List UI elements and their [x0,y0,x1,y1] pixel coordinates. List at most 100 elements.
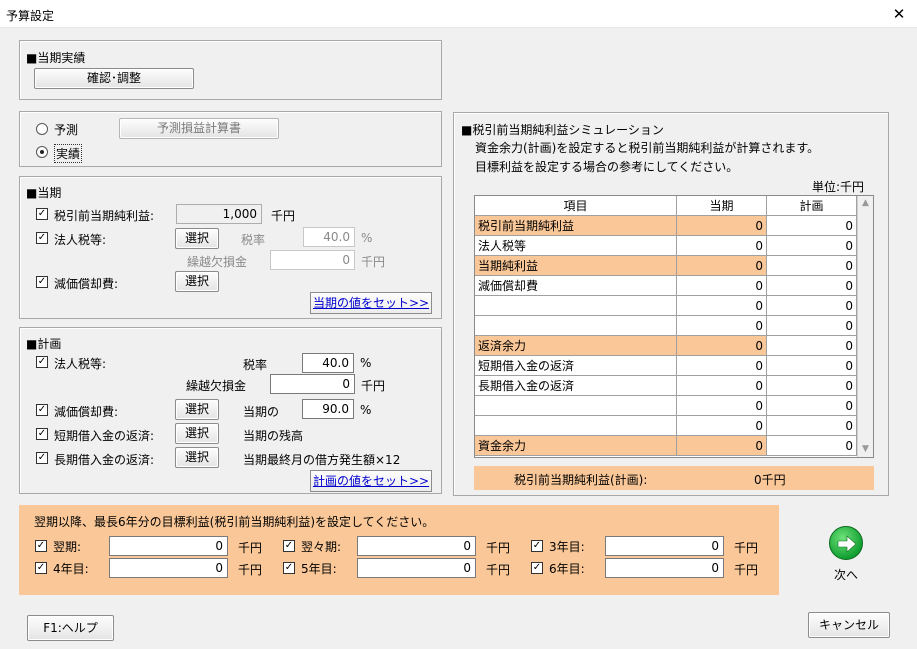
plan-long-note: 当期最終月の借方発生額×12 [243,453,401,467]
target-label: 翌期: [53,540,82,554]
target-input[interactable]: 0 [109,558,228,578]
header-item: 項目 [475,196,677,216]
simulation-cell-item: 長期借入金の返済 [475,375,677,396]
simulation-cell-plan[interactable]: 0 [766,315,857,336]
target-checkbox[interactable]: ✓ [35,562,47,574]
cancel-button[interactable]: キャンセル [808,612,890,638]
simulation-result-value: 0千円 [754,473,786,487]
plan-tax-rate-field[interactable]: 40.0 [302,353,354,373]
current-pretax-unit: 千円 [271,209,296,223]
plan-dep-pct-field[interactable]: 90.0 [302,399,354,419]
plan-set-values-button[interactable]: 計画の値をセット>> [310,470,432,492]
plan-short-select-button[interactable]: 選択 [175,423,219,444]
target-input[interactable]: 0 [357,558,476,578]
target-checkbox[interactable]: ✓ [283,540,295,552]
forecast-label: 予測 [54,123,79,137]
target-heading: 翌期以降、最長6年分の目標利益(税引前当期純利益)を設定してください。 [34,515,435,529]
simulation-cell-plan[interactable]: 0 [766,395,857,416]
actual-radio[interactable] [36,146,48,158]
target-input[interactable]: 0 [605,558,724,578]
current-tax-label: 法人税等: [54,233,107,247]
plan-dep-of-label: 当期の [243,405,280,419]
help-button[interactable]: F1:ヘルプ [27,615,114,641]
simulation-cell-plan[interactable]: 0 [766,215,857,236]
plan-heading: ■計画 [26,337,62,351]
simulation-cell-item: 法人税等 [475,235,677,256]
simulation-scrollbar[interactable]: ▲ ▼ [857,196,873,457]
current-dep-select-button[interactable]: 選択 [175,271,219,292]
plan-tax-checkbox[interactable]: ✓ [36,356,48,368]
simulation-cell-item: 資金余力 [475,435,677,456]
simulation-row: 短期借入金の返済 0 0 [475,355,857,376]
simulation-cell-plan[interactable]: 0 [766,415,857,436]
simulation-cell-current: 0 [676,355,767,376]
target-checkbox[interactable]: ✓ [35,540,47,552]
target-unit: 千円 [486,541,511,555]
target-label: 翌々期: [301,540,342,554]
simulation-table-frame: 項目 当期 計画 税引前当期純利益 0 0 法人税等 0 0 当期純利益 0 0 減価償却費 0 0 0… [474,195,874,458]
plan-short-checkbox[interactable]: ✓ [36,428,48,440]
simulation-cell-item [475,315,677,336]
confirm-adjust-button[interactable]: 確認･調整 [34,68,194,89]
simulation-cell-item: 税引前当期純利益 [475,215,677,236]
plan-loss-field[interactable]: 0 [270,374,355,394]
current-pretax-checkbox[interactable]: ✓ [36,208,48,220]
current-heading: ■当期 [26,186,62,200]
simulation-cell-plan[interactable]: 0 [766,435,857,456]
actual-heading: ■当期実績 [26,51,86,65]
scroll-down-icon[interactable]: ▼ [862,444,869,454]
simulation-cell-plan[interactable]: 0 [766,335,857,356]
simulation-cell-plan[interactable]: 0 [766,355,857,376]
simulation-desc-2: 目標利益を設定する場合の参考にしてください。 [475,160,739,174]
plan-dep-select-button[interactable]: 選択 [175,399,219,420]
header-plan: 計画 [766,196,857,216]
current-tax-rate-field[interactable]: 40.0 [303,227,355,247]
plan-short-label: 短期借入金の返済: [54,429,155,443]
target-checkbox[interactable]: ✓ [283,562,295,574]
target-input[interactable]: 0 [605,536,724,556]
target-input[interactable]: 0 [357,536,476,556]
simulation-result-bar: 税引前当期純利益(計画): 0千円 [474,466,874,490]
plan-dep-checkbox[interactable]: ✓ [36,404,48,416]
simulation-row: 00 [475,295,857,316]
simulation-cell-item: 減価償却費 [475,275,677,296]
check-icon: ✓ [532,540,542,551]
current-pretax-label: 税引前当期純利益: [54,209,155,223]
plan-short-note: 当期の残高 [243,429,304,443]
close-icon[interactable]: ✕ [886,3,912,25]
target-unit: 千円 [734,563,759,577]
target-unit: 千円 [238,541,263,555]
check-icon: ✓ [532,562,542,573]
current-dep-checkbox[interactable]: ✓ [36,276,48,288]
plan-long-select-button[interactable]: 選択 [175,447,219,468]
current-tax-select-button[interactable]: 選択 [175,228,219,249]
target-checkbox[interactable]: ✓ [531,562,543,574]
check-icon: ✓ [37,232,47,243]
simulation-row: 資金余力 0 0 [475,435,857,456]
actual-label: 実績 [54,144,83,163]
forecast-radio[interactable] [36,123,48,135]
simulation-cell-plan[interactable]: 0 [766,235,857,256]
simulation-cell-plan[interactable]: 0 [766,255,857,276]
forecast-pl-button[interactable]: 予測損益計算書 [119,118,279,139]
current-set-values-button[interactable]: 当期の値をセット>> [310,292,432,314]
target-checkbox[interactable]: ✓ [531,540,543,552]
scroll-up-icon[interactable]: ▲ [862,198,869,208]
simulation-cell-plan[interactable]: 0 [766,375,857,396]
target-input[interactable]: 0 [109,536,228,556]
simulation-cell-plan[interactable]: 0 [766,295,857,316]
current-tax-rate-label: 税率 [241,233,266,247]
next-button[interactable]: 次へ [818,526,874,586]
plan-tax-rate-label: 税率 [243,358,268,372]
check-icon: ✓ [37,356,47,367]
current-loss-unit: 千円 [361,255,386,269]
plan-dep-label: 減価償却費: [54,405,119,419]
current-tax-checkbox[interactable]: ✓ [36,232,48,244]
plan-long-checkbox[interactable]: ✓ [36,452,48,464]
simulation-cell-plan[interactable]: 0 [766,275,857,296]
simulation-cell-current: 0 [676,415,767,436]
simulation-cell-current: 0 [676,215,767,236]
check-icon: ✓ [284,540,294,551]
target-unit: 千円 [734,541,759,555]
current-loss-field[interactable]: 0 [270,250,355,270]
